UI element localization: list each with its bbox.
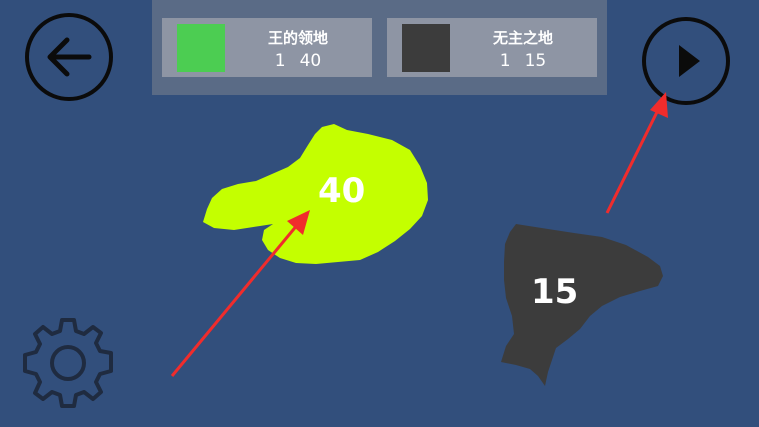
settings-button[interactable] [17,313,119,413]
player-territory-shape[interactable] [203,124,428,264]
neutral-territory-shape[interactable] [501,224,663,386]
gear-icon [23,318,113,408]
game-screen: 王的领地 1 40 无主之地 1 15 40 15 [0,0,759,427]
neutral-territory-troop-label: 15 [531,272,579,312]
player-territory-troop-label: 40 [318,171,366,211]
hint-arrow-next [605,92,668,214]
hint-arrow-territory [170,210,310,377]
